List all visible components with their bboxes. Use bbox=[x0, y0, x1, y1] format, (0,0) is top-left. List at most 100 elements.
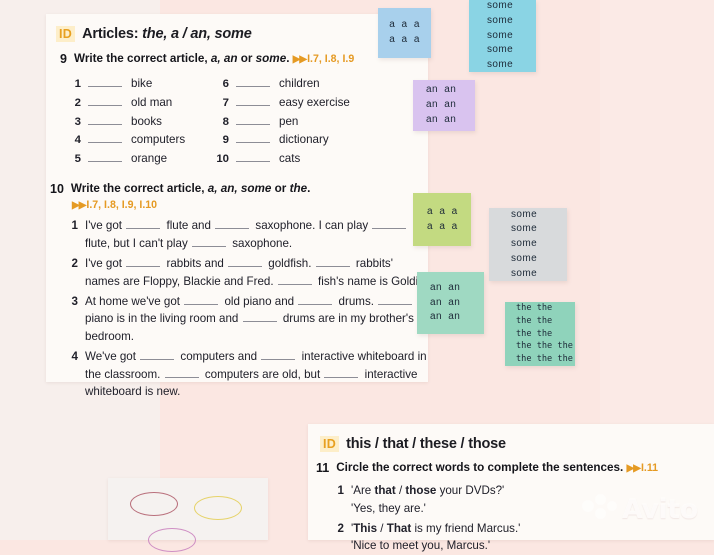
list-item: 7 easy exercise bbox=[222, 95, 350, 109]
sticky-note-line: some bbox=[487, 29, 514, 41]
reference-tag-11[interactable]: ▶▶I.11 bbox=[627, 462, 658, 474]
sticky-note-some-gray[interactable]: some some some some some bbox=[489, 208, 567, 281]
sticky-note-line: an an bbox=[426, 99, 457, 111]
exercise-10-sentences: 1 I've got flute and saxophone. I can pl… bbox=[68, 217, 428, 400]
reference-arrow-icon: ▶▶ bbox=[72, 200, 86, 212]
exercise-9-text: Write the correct article, a, an or some… bbox=[74, 52, 355, 66]
sticky-note-some-teal[interactable]: some some some some some bbox=[469, 0, 536, 72]
list-item: 6 children bbox=[222, 77, 320, 91]
answer-blank[interactable] bbox=[191, 237, 226, 247]
screenshot-stage: ID Articles: the, a / an, some 9 Write t… bbox=[0, 0, 714, 552]
list-item: 2 I've got rabbits and goldfish. rabbits… bbox=[68, 255, 428, 290]
answer-blank[interactable] bbox=[215, 219, 250, 230]
list-item: 9 dictionary bbox=[222, 133, 329, 147]
answer-blank[interactable] bbox=[236, 77, 270, 88]
list-item: 3 books bbox=[74, 114, 162, 128]
sticky-note-line: some bbox=[511, 252, 538, 264]
sticky-note-an-mint[interactable]: an an an an an an bbox=[417, 272, 484, 334]
sticky-note-line: a a a bbox=[389, 34, 420, 45]
reference-arrow-icon: ▶▶ bbox=[292, 54, 307, 66]
sticky-note-line: some bbox=[511, 208, 538, 220]
sentence-text: At home we've got old piano and drums. p… bbox=[85, 295, 414, 343]
sticky-note-line: a a a bbox=[427, 205, 458, 217]
sticky-note-a-blue[interactable]: a a a a a a bbox=[378, 8, 431, 58]
exercise-9-number: 9 bbox=[60, 52, 67, 67]
answer-blank[interactable] bbox=[378, 295, 413, 306]
list-item: 3 At home we've got old piano and drums.… bbox=[68, 293, 428, 345]
answer-blank[interactable] bbox=[88, 77, 122, 88]
sticky-note-line: some bbox=[511, 223, 538, 235]
answer-blank[interactable] bbox=[277, 275, 312, 285]
section-header-demonstratives: ID this / that / these / those bbox=[320, 436, 714, 453]
ellipse-outline-red bbox=[130, 492, 178, 516]
sticky-note-the-mint[interactable]: the the the the the the the the the the … bbox=[505, 302, 575, 366]
list-item: 5 orange bbox=[74, 151, 168, 165]
list-item: 1 bike bbox=[74, 77, 153, 91]
exercise-9-instruction: 9 Write the correct article, a, an or so… bbox=[54, 51, 428, 68]
answer-blank[interactable] bbox=[184, 295, 219, 306]
sticky-note-line: some bbox=[511, 238, 538, 250]
answer-blank[interactable] bbox=[324, 368, 359, 378]
list-item: 2 'This / That is my friend Marcus.' 'Ni… bbox=[334, 520, 714, 555]
list-item: 1 I've got flute and saxophone. I can pl… bbox=[68, 217, 428, 252]
answer-blank[interactable] bbox=[88, 96, 122, 106]
list-item: 4 We've got computers and interactive wh… bbox=[68, 348, 428, 400]
list-item: 4 computers bbox=[74, 133, 186, 147]
answer-blank[interactable] bbox=[242, 312, 277, 323]
reference-arrow-icon: ▶▶ bbox=[626, 463, 641, 475]
exercise-11-number: 11 bbox=[316, 461, 330, 476]
sticky-note-line: an an bbox=[430, 296, 461, 308]
exercise-10-text: Write the correct article, a, an, some o… bbox=[70, 181, 311, 195]
list-item: 1 'Are that / those your DVDs?' 'Yes, th… bbox=[334, 482, 714, 517]
sticky-note-line: the the bbox=[516, 315, 553, 326]
sticky-note-line: the the bbox=[516, 328, 553, 339]
sticky-note-line: some bbox=[487, 44, 514, 56]
answer-blank[interactable] bbox=[88, 152, 122, 162]
sentence-text: 'This / That is my friend Marcus.' 'Nice… bbox=[351, 522, 521, 553]
page-title: this / that / these / those bbox=[346, 436, 506, 453]
sticky-note-line: some bbox=[487, 59, 514, 71]
exercise-11-sentences: 1 'Are that / those your DVDs?' 'Yes, th… bbox=[334, 482, 714, 555]
page-title: Articles: the, a / an, some bbox=[82, 26, 252, 43]
answer-blank[interactable] bbox=[236, 133, 270, 144]
answer-blank[interactable] bbox=[126, 219, 161, 230]
sticky-note-a-green[interactable]: a a a a a a bbox=[413, 193, 471, 246]
exercise-11-instruction: 11 Circle the correct words to complete … bbox=[316, 460, 714, 477]
exercise-10-number: 10 bbox=[50, 181, 64, 196]
answer-blank[interactable] bbox=[228, 257, 263, 268]
exercise-11-text: Circle the correct words to complete the… bbox=[336, 461, 659, 475]
answer-blank[interactable] bbox=[236, 115, 270, 125]
sentence-text: 'Are that / those your DVDs?' 'Yes, they… bbox=[351, 484, 505, 515]
sticky-note-line: the the the bbox=[516, 341, 573, 352]
answer-blank[interactable] bbox=[140, 350, 175, 361]
answer-blank[interactable] bbox=[298, 295, 333, 306]
answer-blank[interactable] bbox=[372, 219, 407, 230]
sticky-note-line: some bbox=[487, 14, 514, 26]
answer-blank[interactable] bbox=[88, 115, 122, 125]
worksheet-card-articles: ID Articles: the, a / an, some 9 Write t… bbox=[46, 14, 428, 398]
answer-blank[interactable] bbox=[126, 257, 161, 268]
answer-blank[interactable] bbox=[236, 152, 270, 162]
sticky-note-an-purple[interactable]: an an an an an an bbox=[413, 80, 475, 131]
sentence-text: I've got flute and saxophone. I can play… bbox=[85, 217, 428, 252]
ellipse-outline-purple bbox=[148, 528, 196, 552]
ellipse-outline-yellow bbox=[194, 496, 242, 520]
answer-blank[interactable] bbox=[315, 257, 350, 268]
answer-blank[interactable] bbox=[261, 350, 296, 361]
answer-blank[interactable] bbox=[88, 133, 122, 144]
sticky-note-line: a a a bbox=[427, 220, 458, 232]
exercise-10-instruction: 10 Write the correct article, a, an, som… bbox=[50, 181, 428, 198]
exercise-9-item-grid: 1 bike 2 old man 3 books 4 computers 5 orange… bbox=[68, 75, 428, 168]
id-badge: ID bbox=[56, 26, 76, 43]
sticky-note-line: an an bbox=[430, 311, 461, 323]
sticky-note-line: an an bbox=[426, 84, 457, 96]
answer-blank[interactable] bbox=[236, 96, 270, 106]
reference-tag-9[interactable]: ▶▶I.7, I.8, I.9 bbox=[293, 53, 355, 65]
answer-blank[interactable] bbox=[164, 368, 199, 378]
sticky-note-line: some bbox=[487, 0, 514, 12]
reference-tag-10[interactable]: ▶▶I.7, I.8, I.9, I.10 bbox=[72, 199, 428, 211]
sentence-text: We've got computers and interactive whit… bbox=[85, 350, 427, 398]
list-item: 10 cats bbox=[216, 151, 301, 165]
sticky-note-line: the the the bbox=[516, 354, 573, 365]
sentence-text: I've got rabbits and goldfish. rabbits' … bbox=[85, 257, 428, 288]
